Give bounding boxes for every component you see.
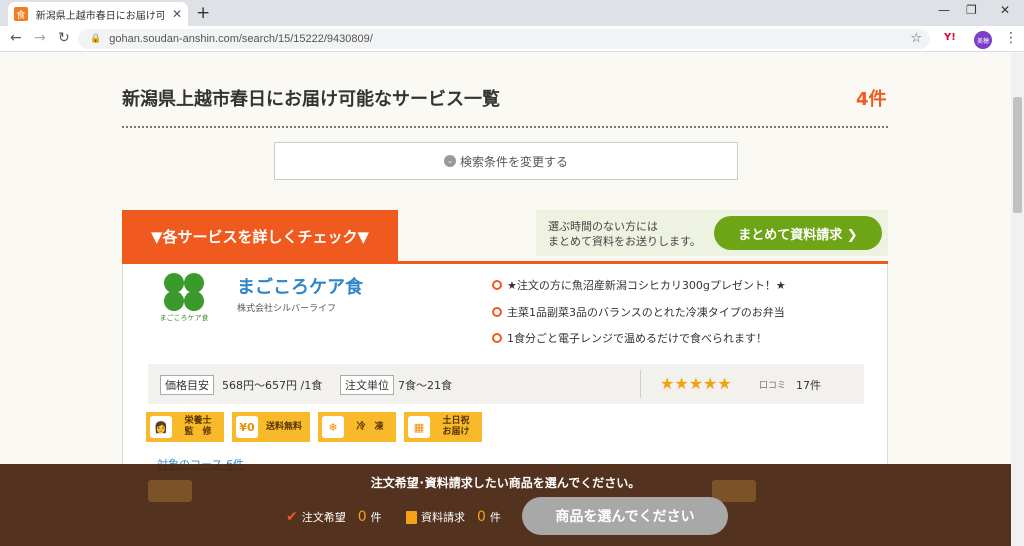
bulk-request-text: 選ぶ時間のない方には まとめて資料をお送りします。 <box>548 219 718 249</box>
order-label: 注文希望 <box>301 511 346 524</box>
badge-line1: 土日祝 <box>442 416 470 426</box>
review-label: 口コミ <box>759 381 787 391</box>
order-unit: 件 <box>370 511 382 524</box>
bulk-text-line2: まとめて資料をお送りします。 <box>548 235 701 248</box>
lock-icon: 🔒 <box>90 34 102 44</box>
request-counter: 資料請求 0 件 <box>406 509 501 525</box>
address-bar-row: ← → ↻ 🔒 gohan.soudan-anshin.com/search/1… <box>0 26 1024 52</box>
feature-text: 1食分ごと電子レンジで温めるだけで食べられます！ <box>507 332 767 345</box>
price-value: 568円〜657円 /1食 <box>222 379 323 392</box>
feature-item: ★注文の方に魚沼産新潟コシヒカリ300gプレゼント！★ <box>492 277 786 293</box>
badge-line1: 栄養士 <box>184 416 212 426</box>
calendar-icon: ▦ <box>408 416 430 438</box>
tab-title: 新潟県上越市春日にお届け可能な <box>35 10 164 22</box>
footer-message: 注文希望･資料請求したい商品を選んでください。 <box>370 476 641 490</box>
feature-text: ★注文の方に魚沼産新潟コシヒカリ300gプレゼント！★ <box>507 279 786 292</box>
browser-menu-icon[interactable]: ⋮ <box>1004 30 1018 46</box>
request-label: 資料請求 <box>421 511 465 524</box>
restore-icon[interactable]: ❐ <box>966 3 977 17</box>
order-count: 0 <box>357 509 367 525</box>
service-info-bar: 価格目安 568円〜657円 /1食 注文単位 7食〜21食 ★★★★★ 口コミ… <box>148 364 864 404</box>
frozen-icon: ❄ <box>322 416 344 438</box>
bullet-ring-icon <box>492 307 502 317</box>
back-icon[interactable]: ← <box>10 30 22 46</box>
badge-free-shipping: ¥0 送料無料 <box>232 412 310 442</box>
omnibox[interactable]: 🔒 gohan.soudan-anshin.com/search/15/1522… <box>78 29 930 49</box>
browser-tab-bar: 食 新潟県上越市春日にお届け可能な ✕ + — ❐ ✕ <box>0 0 1024 26</box>
document-icon <box>406 510 417 524</box>
service-check-tab: ▼各サービスを詳しくチェック▼ <box>122 210 398 262</box>
badge-line1: 冷 凍 <box>356 421 384 432</box>
check-icon: ✔ <box>286 509 298 525</box>
bullet-ring-icon <box>492 280 502 290</box>
new-tab-icon[interactable]: + <box>196 3 210 23</box>
page-title: 新潟県上越市春日にお届け可能なサービス一覧 <box>122 89 500 110</box>
profile-avatar[interactable]: 美穂 <box>974 31 992 49</box>
scrollbar-thumb[interactable] <box>1013 97 1022 213</box>
logo-caption: まごころケア食 <box>159 314 209 322</box>
request-unit: 件 <box>489 511 501 524</box>
bulk-request-box: 選ぶ時間のない方には まとめて資料をお送りします。 まとめて資料請求 ❯ <box>536 210 888 256</box>
browser-tab[interactable]: 食 新潟県上越市春日にお届け可能な ✕ <box>8 2 188 26</box>
badge-line1: 送料無料 <box>265 421 302 432</box>
site-favicon-icon: 食 <box>14 7 28 21</box>
company-name: 株式会社シルバーライフ <box>237 304 337 314</box>
badge-line2: 監 修 <box>184 427 212 437</box>
info-divider <box>640 370 641 398</box>
nutritionist-icon: 👩 <box>150 416 172 438</box>
window-close-icon[interactable]: ✕ <box>1000 3 1010 17</box>
bulk-text-line1: 選ぶ時間のない方には <box>548 220 658 233</box>
unit-value: 7食〜21食 <box>398 379 452 392</box>
rating-stars-icon: ★★★★★ <box>660 374 732 393</box>
close-tab-icon[interactable]: ✕ <box>172 7 182 21</box>
bullet-ring-icon <box>492 333 502 343</box>
badge-line2: お届け <box>442 427 470 437</box>
page-scrollbar[interactable] <box>1011 53 1024 546</box>
feature-item: 主菜1品副菜3品のバランスのとれた冷凍タイプのお弁当 <box>492 304 785 320</box>
feature-item: 1食分ごと電子レンジで温めるだけで食べられます！ <box>492 330 767 346</box>
badge-weekend-delivery: ▦ 土日祝 お届け <box>404 412 482 442</box>
title-divider <box>122 126 888 128</box>
review-count[interactable]: 17件 <box>796 377 821 393</box>
minimize-icon[interactable]: — <box>938 3 950 17</box>
select-product-button[interactable]: 商品を選んでください <box>522 497 728 535</box>
unit-label: 注文単位 <box>340 375 394 395</box>
badge-nutritionist: 👩 栄養士監 修 <box>146 412 224 442</box>
chevron-down-icon: ⌄ <box>443 155 456 167</box>
request-count: 0 <box>477 509 486 525</box>
bookmark-star-icon[interactable]: ☆ <box>910 31 922 46</box>
change-search-button[interactable]: ⌄ 検索条件を変更する <box>274 142 738 180</box>
order-counter: ✔ 注文希望 0 件 <box>286 509 382 525</box>
feature-text: 主菜1品副菜3品のバランスのとれた冷凍タイプのお弁当 <box>507 306 785 319</box>
yahoo-extension-icon[interactable]: Y! <box>944 32 956 43</box>
truck-icon: ¥0 <box>236 416 258 438</box>
url-text[interactable]: gohan.soudan-anshin.com/search/15/15222/… <box>109 33 373 45</box>
result-count: 4件 <box>856 89 887 110</box>
change-search-label: 検索条件を変更する <box>459 154 568 169</box>
price-label: 価格目安 <box>160 375 214 395</box>
forward-icon[interactable]: → <box>34 30 46 46</box>
bulk-request-button[interactable]: まとめて資料請求 ❯ <box>714 216 882 250</box>
badge-frozen: ❄ 冷 凍 <box>318 412 396 442</box>
service-name-link[interactable]: まごころケア食 <box>237 273 363 299</box>
reload-icon[interactable]: ↻ <box>58 30 70 46</box>
